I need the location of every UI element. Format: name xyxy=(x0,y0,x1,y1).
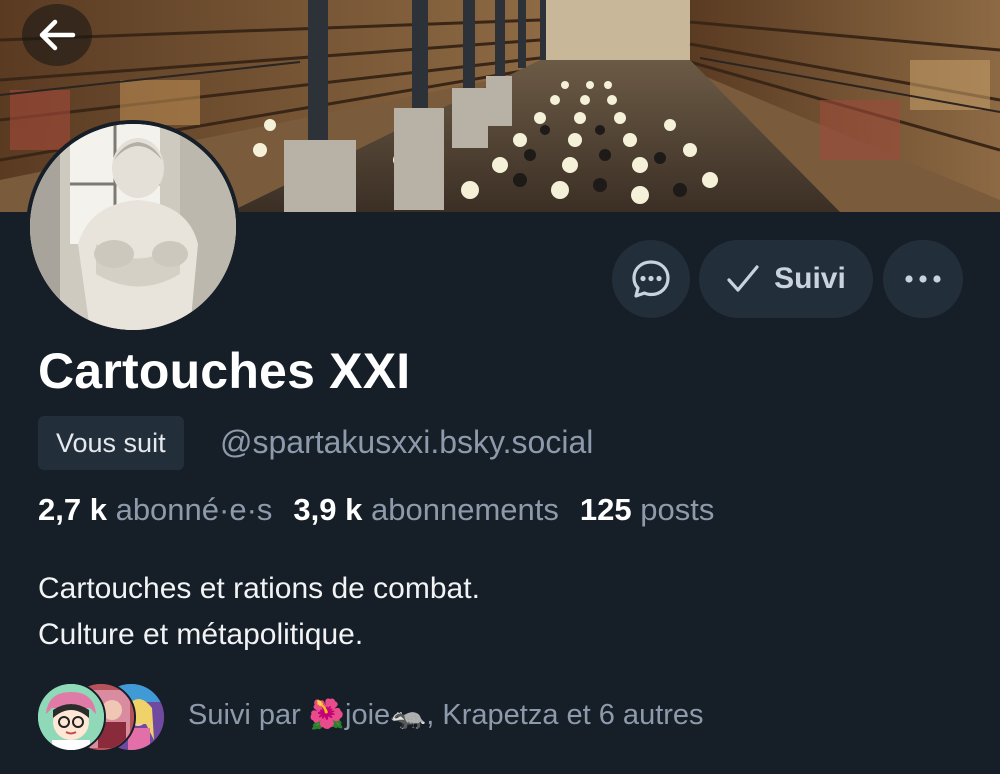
profile-handle: @spartakusxxi.bsky.social xyxy=(220,424,594,460)
followed-by-rest: , Krapetza et 6 autres xyxy=(426,699,704,731)
followers-count[interactable]: 2,7 k abonné·e·s xyxy=(38,492,272,528)
chat-bubble-icon xyxy=(632,260,670,298)
cartoon-girl-avatar xyxy=(38,684,104,750)
posts-value: 125 xyxy=(579,492,632,527)
ellipsis-icon xyxy=(905,275,941,283)
following-value: 3,9 k xyxy=(293,492,363,527)
statue-avatar-image xyxy=(30,124,236,330)
followers-value: 2,7 k xyxy=(38,492,107,527)
avatar[interactable] xyxy=(26,120,240,334)
arrow-left-icon xyxy=(39,19,76,51)
back-button[interactable] xyxy=(22,4,92,66)
following-label: abonnements xyxy=(371,492,559,527)
checkmark-icon xyxy=(727,265,759,292)
follower-name: joie xyxy=(345,699,391,731)
posts-count: 125 posts xyxy=(580,492,714,528)
following-count[interactable]: 3,9 k abonnements xyxy=(293,492,558,528)
known-followers-avatars[interactable] xyxy=(36,682,166,754)
flower-emoji-icon: 🌺 xyxy=(308,699,345,731)
profile-stats: 2,7 k abonné·e·s 3,9 k abonnements 125 p… xyxy=(38,492,714,528)
posts-label: posts xyxy=(640,492,715,527)
followed-by-prefix: Suivi par xyxy=(188,699,309,731)
profile-bio: Cartouches et rations de combat. Culture… xyxy=(38,566,480,658)
bio-line: Cartouches et rations de combat. xyxy=(38,572,480,605)
followed-by-text[interactable]: Suivi par 🌺joie🦡, Krapetza et 6 autres xyxy=(188,698,704,732)
avatar xyxy=(36,682,106,752)
follows-you-badge: Vous suit xyxy=(38,416,184,470)
follow-button-label: Suivi xyxy=(774,262,846,295)
message-button[interactable] xyxy=(612,240,690,318)
display-name: Cartouches XXI xyxy=(38,343,411,399)
more-options-button[interactable] xyxy=(883,240,963,318)
bio-line: Culture et métapolitique. xyxy=(38,618,364,651)
followers-label: abonné·e·s xyxy=(115,492,273,527)
profile-page: Suivi Cartouches XXI Vous suit @spartaku… xyxy=(0,0,1000,774)
follow-button[interactable]: Suivi xyxy=(699,240,873,318)
animal-emoji-icon: 🦡 xyxy=(390,699,427,731)
